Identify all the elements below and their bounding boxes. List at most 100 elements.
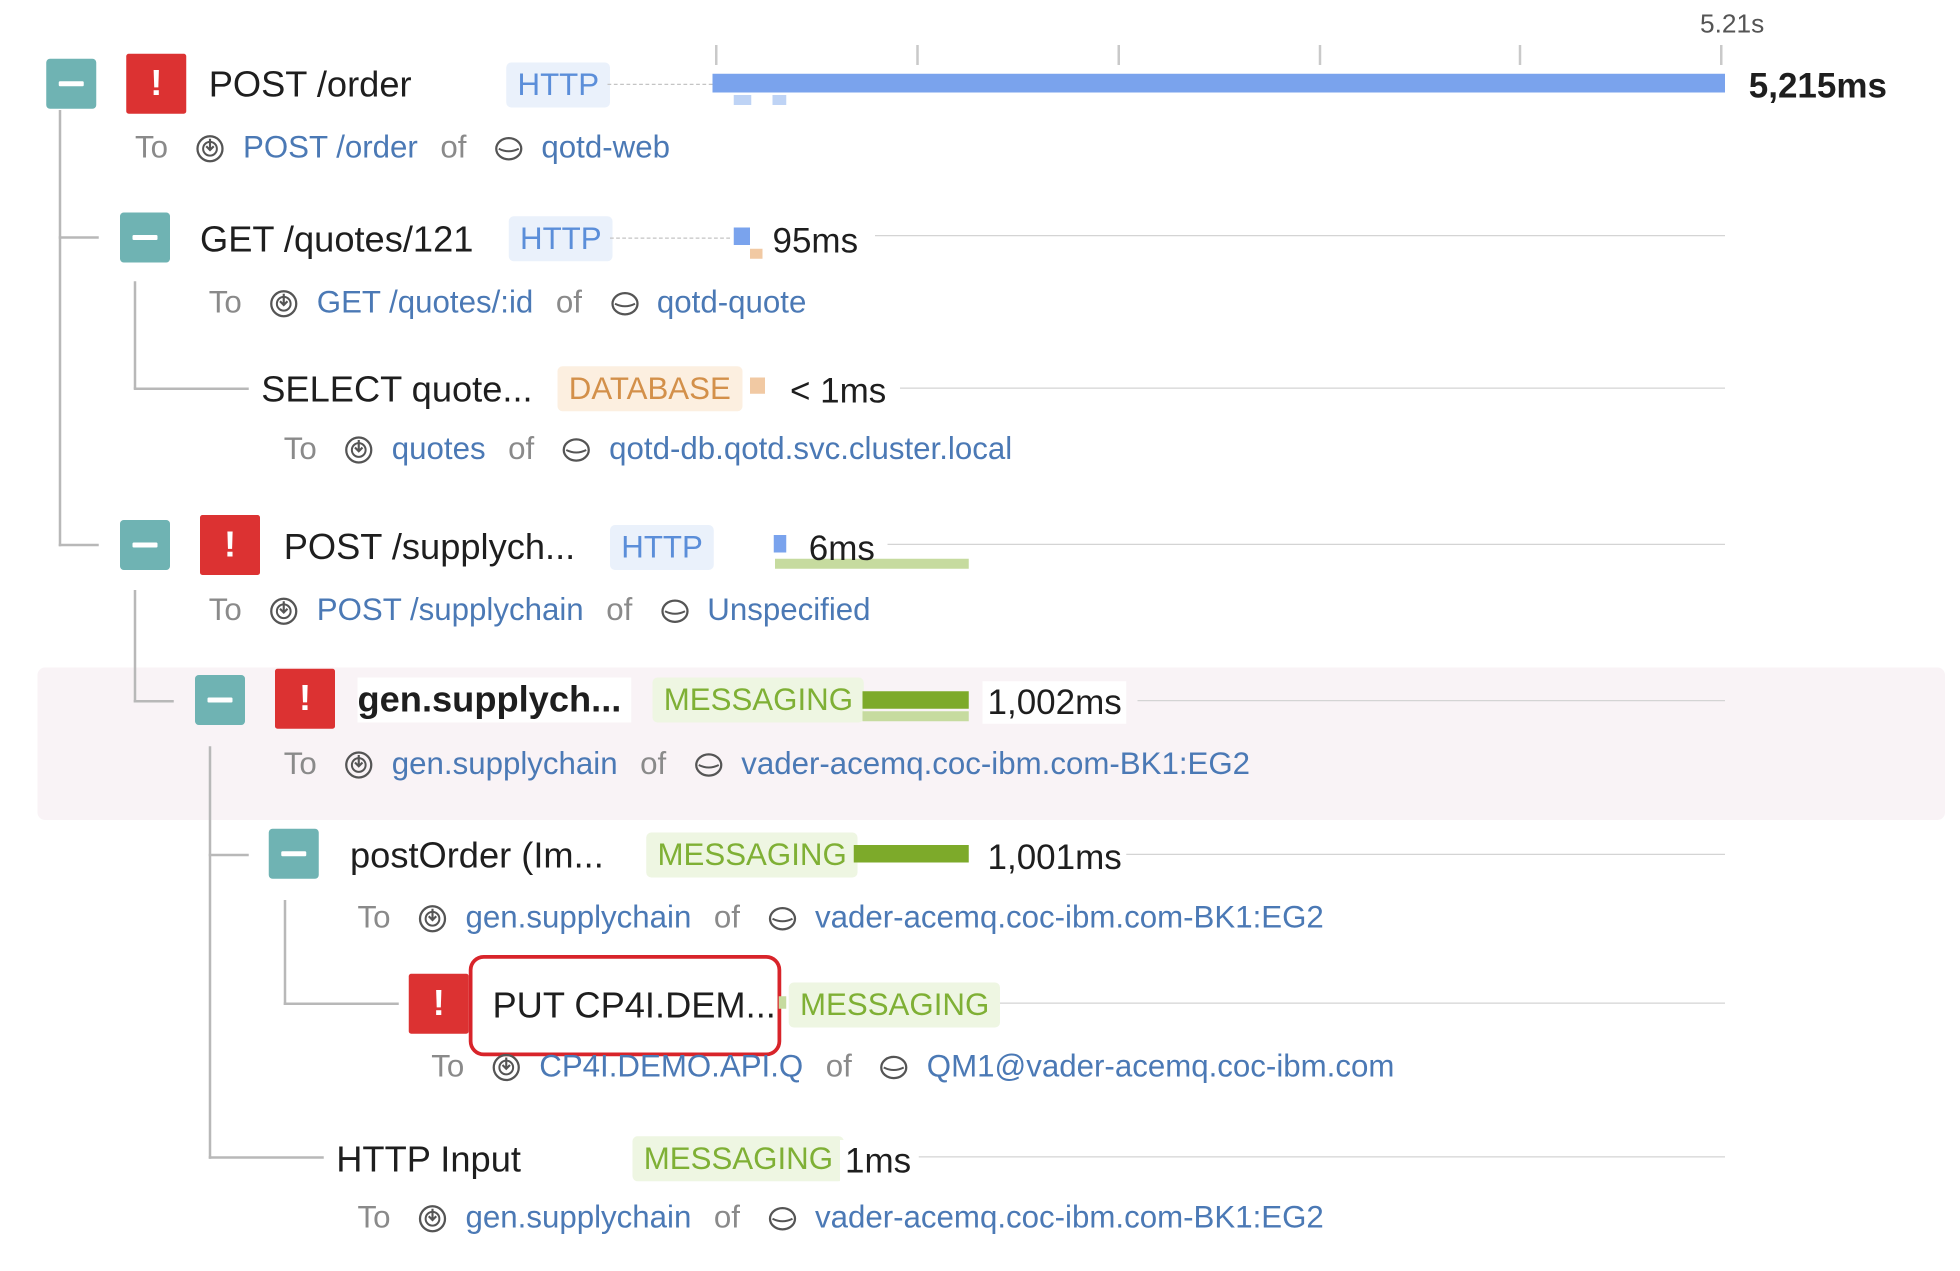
span-duration-bar — [750, 377, 765, 394]
span-duration: 1ms — [840, 1140, 917, 1183]
collapse-toggle-button[interactable] — [195, 675, 245, 725]
timeline-track — [918, 1156, 1725, 1158]
service-link[interactable]: qotd-web — [541, 130, 670, 165]
service-icon — [767, 1204, 797, 1234]
service-icon — [694, 750, 724, 780]
service-icon — [879, 1053, 909, 1083]
to-label: To — [135, 130, 169, 165]
endpoint-link[interactable]: gen.supplychain — [466, 1200, 692, 1235]
to-label: To — [357, 1200, 391, 1235]
span-type-badge: HTTP — [508, 216, 613, 262]
tree-connector — [208, 746, 212, 1159]
service-link[interactable]: qotd-quote — [657, 285, 806, 320]
of-label: of — [555, 285, 582, 320]
endpoint-link[interactable]: POST /supplychain — [317, 593, 584, 628]
timeline-track — [1137, 700, 1725, 702]
to-label: To — [208, 285, 242, 320]
child-span-marker — [862, 711, 969, 722]
endpoint-icon — [196, 134, 226, 164]
timeline-track — [887, 543, 1725, 545]
span-detail: To POST /supplychain of Unspecified — [209, 591, 871, 629]
span-name[interactable]: GET /quotes/121 — [200, 218, 473, 263]
to-label: To — [283, 746, 317, 782]
span-name[interactable]: POST /supplych... — [284, 525, 575, 570]
of-label: of — [713, 1200, 740, 1235]
service-icon — [494, 134, 524, 164]
service-icon — [767, 904, 797, 934]
span-detail: To GET /quotes/:id of qotd-quote — [209, 284, 807, 322]
service-icon — [609, 289, 639, 319]
of-label: of — [508, 431, 535, 467]
span-duration-bar — [773, 535, 787, 553]
span-duration-bar — [712, 73, 1725, 93]
endpoint-link[interactable]: gen.supplychain — [466, 900, 692, 935]
span-leader — [610, 237, 730, 239]
timeline-tick — [1117, 45, 1120, 65]
collapse-toggle-button[interactable] — [120, 520, 170, 570]
span-type-badge: HTTP — [610, 525, 715, 570]
span-type-badge: MESSAGING — [652, 677, 865, 723]
of-label: of — [825, 1048, 852, 1084]
endpoint-icon — [269, 289, 299, 319]
service-link[interactable]: qotd-db.qotd.svc.cluster.local — [609, 431, 1012, 466]
child-span-marker — [733, 95, 752, 105]
collapse-toggle-button[interactable] — [268, 828, 319, 879]
of-label: of — [440, 130, 467, 165]
service-link[interactable]: vader-acemq.coc-ibm.com-BK1:EG2 — [815, 1200, 1324, 1235]
tree-connector — [133, 700, 174, 703]
span-detail: To gen.supplychain of vader-acemq.coc-ibm.c… — [358, 899, 1324, 937]
timeline-track — [1000, 1002, 1725, 1004]
collapse-toggle-button[interactable] — [120, 212, 170, 263]
span-leader — [607, 83, 713, 85]
span-detail: To CP4I.DEMO.API.Q of QM1@vader-acemq.coc-i… — [431, 1048, 1394, 1086]
span-detail: To quotes of qotd-db.qotd.svc.cluster.local — [284, 430, 1012, 468]
endpoint-link[interactable]: POST /order — [243, 130, 418, 165]
service-icon — [562, 435, 592, 465]
tree-connector — [133, 387, 249, 390]
highlight-outline — [468, 955, 782, 1057]
service-link[interactable]: vader-acemq.coc-ibm.com-BK1:EG2 — [741, 746, 1250, 781]
span-duration-bar — [853, 845, 969, 863]
endpoint-link[interactable]: CP4I.DEMO.API.Q — [539, 1049, 803, 1084]
endpoint-link[interactable]: GET /quotes/:id — [317, 285, 534, 320]
span-name[interactable]: gen.supplych... — [357, 677, 632, 723]
span-duration-bar — [778, 996, 787, 1009]
error-icon: ! — [408, 973, 469, 1034]
tree-connector — [283, 1002, 399, 1005]
endpoint-link[interactable]: quotes — [392, 431, 486, 466]
trace-tree: 5.21s ! POST /order HTTP 5,215ms To POST … — [0, 0, 1956, 1271]
timeline-tick — [1720, 45, 1723, 65]
span-type-badge: MESSAGING — [646, 832, 859, 878]
timeline-tick — [916, 45, 919, 65]
tree-connector — [208, 1156, 324, 1159]
tree-connector — [133, 281, 137, 389]
tree-connector — [58, 543, 99, 547]
endpoint-icon — [269, 597, 299, 627]
error-icon: ! — [200, 515, 260, 575]
endpoint-icon — [418, 904, 448, 934]
service-link[interactable]: Unspecified — [707, 593, 870, 628]
endpoint-icon — [344, 435, 374, 465]
span-duration: 6ms — [808, 528, 875, 568]
span-name[interactable]: SELECT quote... — [261, 368, 532, 413]
endpoint-link[interactable]: gen.supplychain — [392, 746, 618, 781]
timeline-max-label: 5.21s — [1700, 10, 1765, 39]
span-name[interactable]: POST /order — [209, 63, 412, 108]
span-type-badge: DATABASE — [557, 366, 743, 412]
endpoint-icon — [418, 1204, 448, 1234]
span-name[interactable]: HTTP Input — [336, 1138, 521, 1183]
service-link[interactable]: QM1@vader-acemq.coc-ibm.com — [927, 1049, 1395, 1084]
span-type-badge: HTTP — [506, 62, 611, 108]
to-label: To — [208, 592, 242, 628]
of-label: of — [713, 900, 740, 935]
span-name[interactable]: postOrder (Im... — [350, 834, 604, 879]
span-type-badge: MESSAGING — [788, 982, 1001, 1028]
collapse-toggle-button[interactable] — [46, 58, 97, 109]
span-detail: To POST /order of qotd-web — [135, 129, 670, 167]
child-span-marker — [750, 248, 763, 259]
timeline-tick — [1318, 45, 1322, 65]
service-link[interactable]: vader-acemq.coc-ibm.com-BK1:EG2 — [815, 900, 1324, 935]
timeline-tick — [1518, 45, 1522, 65]
span-detail: To gen.supplychain of vader-acemq.coc-ibm.c… — [358, 1199, 1324, 1237]
timeline-track — [875, 235, 1725, 237]
